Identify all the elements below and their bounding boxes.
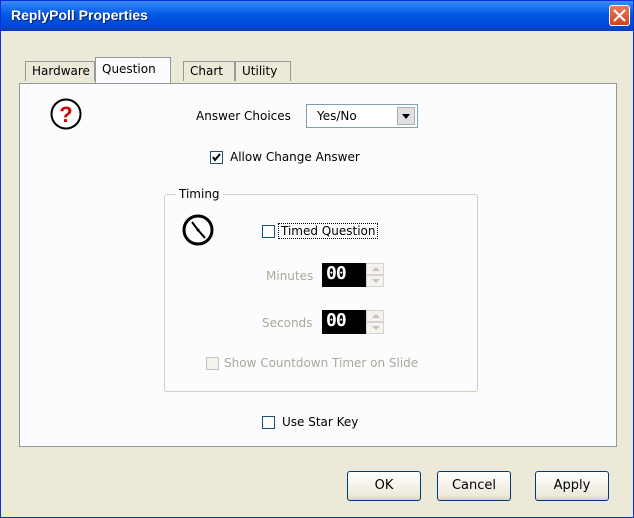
chevron-down-icon	[372, 279, 380, 283]
tab-utility-label: Utility	[242, 64, 278, 78]
answer-choices-label: Answer Choices	[196, 109, 291, 123]
show-countdown-checkbox[interactable]	[206, 357, 219, 370]
timed-question-label: Timed Question	[278, 223, 379, 239]
close-icon	[613, 9, 626, 22]
use-star-key-label: Use Star Key	[282, 415, 359, 429]
minutes-value: 00	[326, 263, 347, 284]
seconds-spinner[interactable]	[366, 310, 384, 334]
chevron-down-icon	[402, 114, 410, 119]
tab-question-label: Question	[102, 62, 156, 76]
show-countdown-label: Show Countdown Timer on Slide	[224, 356, 419, 370]
properties-dialog: ReplyPoll Properties Hardware Question C…	[0, 0, 634, 518]
ok-button[interactable]: OK	[347, 471, 421, 501]
use-star-key-checkbox[interactable]	[262, 416, 275, 429]
minutes-label: Minutes	[266, 269, 314, 283]
chevron-up-icon	[372, 314, 380, 318]
title-bar[interactable]: ReplyPoll Properties	[1, 1, 633, 31]
cancel-button[interactable]: Cancel	[437, 471, 511, 501]
window-title: ReplyPoll Properties	[11, 7, 148, 23]
minutes-up-button[interactable]	[366, 263, 384, 275]
checkmark-icon	[212, 153, 221, 162]
seconds-down-button[interactable]	[366, 322, 384, 334]
chevron-down-icon	[372, 326, 380, 330]
tab-chart[interactable]: Chart	[183, 61, 235, 81]
clock-icon	[182, 214, 214, 246]
tab-utility[interactable]: Utility	[235, 61, 291, 81]
tab-hardware[interactable]: Hardware	[25, 61, 95, 81]
question-panel: ? Answer Choices Yes/No Allow Change Ans…	[19, 83, 617, 447]
allow-change-checkbox[interactable]	[210, 151, 223, 164]
minutes-field[interactable]: 00	[322, 263, 366, 287]
seconds-value: 00	[326, 310, 347, 331]
seconds-field[interactable]: 00	[322, 310, 366, 334]
allow-change-label: Allow Change Answer	[230, 150, 360, 164]
dropdown-button[interactable]	[397, 107, 415, 125]
timing-legend: Timing	[176, 187, 223, 201]
tab-question[interactable]: Question	[95, 57, 171, 83]
tab-chart-label: Chart	[190, 64, 223, 78]
close-button[interactable]	[609, 5, 630, 26]
apply-button[interactable]: Apply	[535, 471, 609, 501]
answer-choices-select[interactable]: Yes/No	[306, 104, 418, 128]
minutes-spinner[interactable]	[366, 263, 384, 287]
chevron-up-icon	[372, 267, 380, 271]
minutes-down-button[interactable]	[366, 275, 384, 287]
svg-text:?: ?	[59, 102, 72, 127]
tab-hardware-label: Hardware	[32, 64, 90, 78]
timed-question-checkbox[interactable]	[262, 225, 275, 238]
question-mark-icon: ?	[50, 98, 82, 130]
seconds-label: Seconds	[262, 316, 313, 330]
answer-choices-value: Yes/No	[317, 109, 357, 123]
seconds-up-button[interactable]	[366, 310, 384, 322]
